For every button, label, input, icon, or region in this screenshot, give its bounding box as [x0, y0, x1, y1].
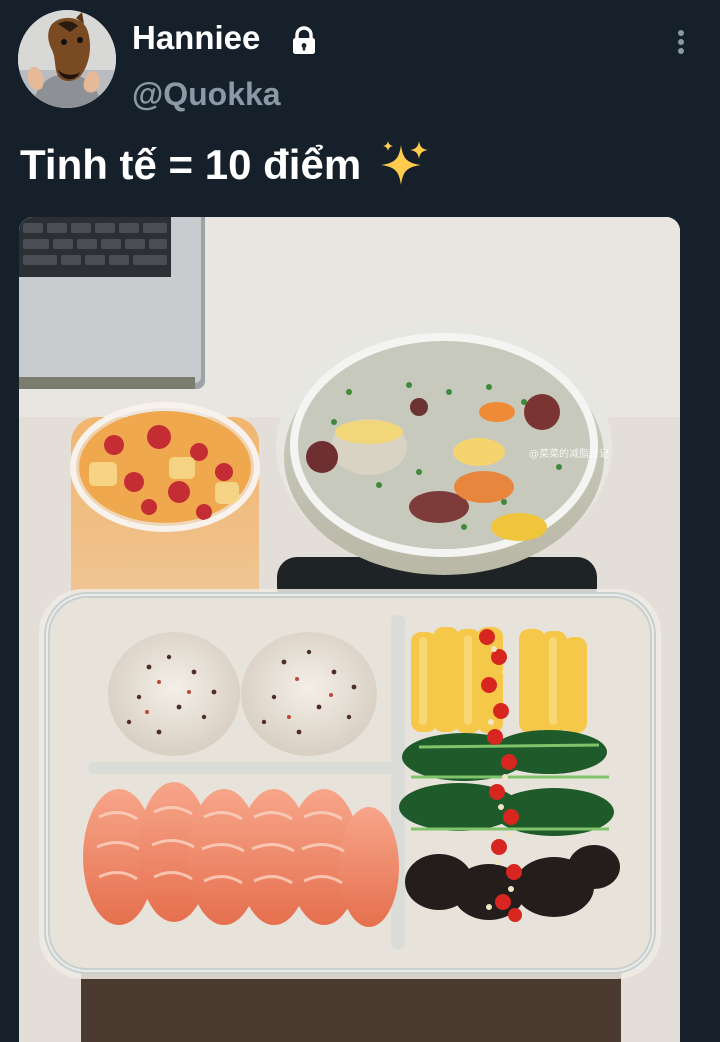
- lock-icon: [293, 26, 315, 54]
- tweet-text: Tinh tế = 10 điểm: [20, 138, 429, 192]
- tweet-media-photo[interactable]: @菜菜的减脂日记: [19, 217, 680, 1042]
- author-handle[interactable]: @Quokka: [132, 74, 281, 114]
- lunchbox-photo: @菜菜的减脂日记: [19, 217, 680, 1042]
- sparkles-icon: [380, 141, 428, 185]
- avatar[interactable]: [18, 10, 116, 108]
- photo-watermark: @菜菜的减脂日记: [529, 447, 609, 460]
- horse-mask-avatar-image: [18, 10, 116, 108]
- more-vertical-icon[interactable]: [668, 26, 694, 58]
- author-display-name[interactable]: Hanniee: [132, 18, 260, 58]
- tweet: Hanniee @Quokka Tinh tế = 10 điểm @菜菜的减脂…: [0, 0, 720, 1042]
- tweet-text-content: Tinh tế = 10 điểm: [20, 141, 362, 188]
